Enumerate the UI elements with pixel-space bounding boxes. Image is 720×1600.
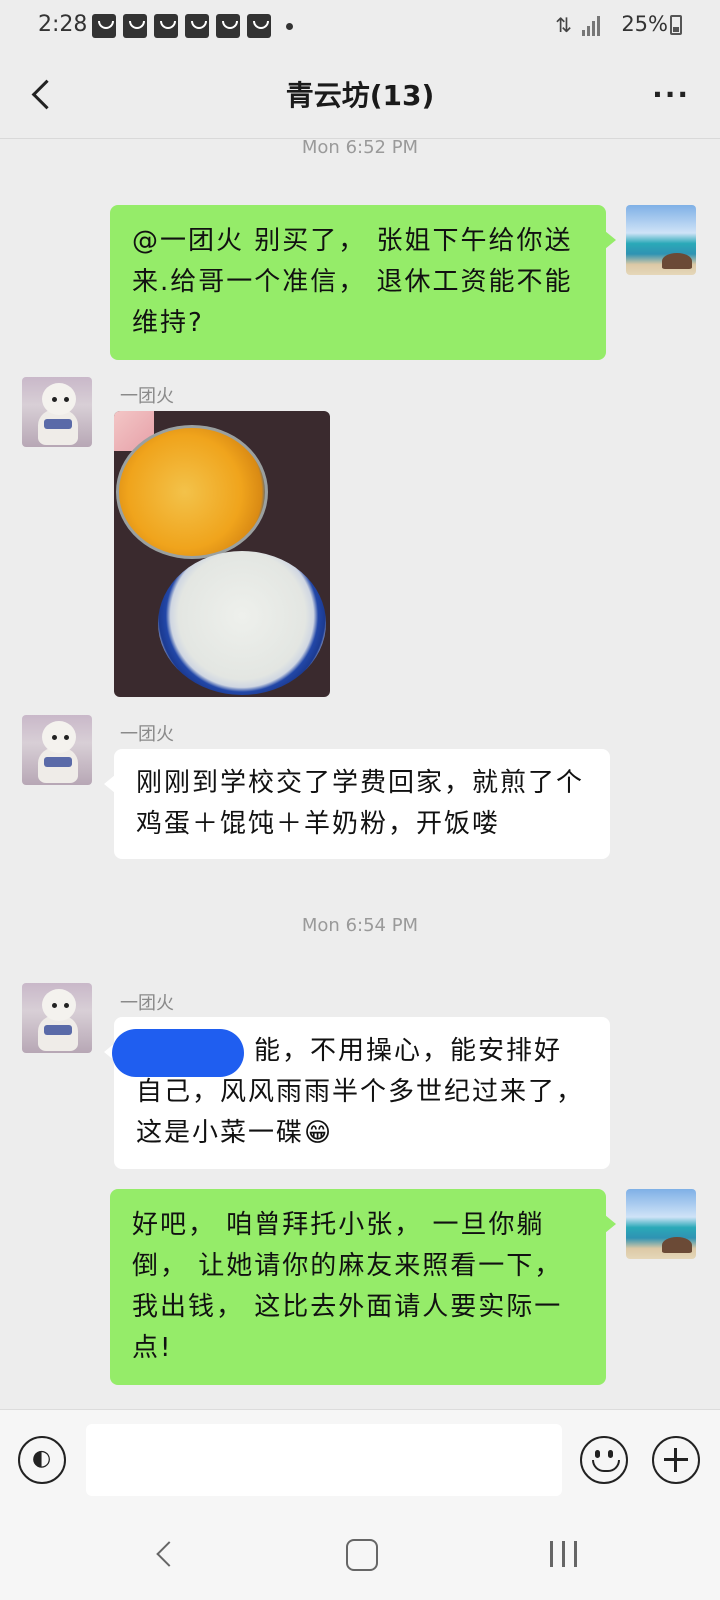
app-notification-icon (247, 14, 271, 38)
more-options-icon[interactable]: ··· (652, 78, 690, 111)
nav-back-icon[interactable] (150, 1539, 180, 1569)
battery-percent: 25% (621, 12, 668, 36)
my-avatar[interactable] (626, 1189, 696, 1259)
chat-message-list[interactable]: Mon 6:52 PM @一团火 别买了， 张姐下午给你送来.给哥一个准信， 退… (0, 139, 720, 1409)
sender-avatar[interactable] (22, 377, 92, 447)
status-bar: 2:28 ⇅ 25% (0, 0, 720, 52)
message-timestamp: Mon 6:52 PM (301, 139, 419, 158)
food-photo-message[interactable] (114, 411, 330, 697)
my-avatar[interactable] (626, 205, 696, 275)
message-timestamp: Mon 6:54 PM (301, 915, 419, 936)
voice-input-icon[interactable]: ◐ (18, 1436, 66, 1484)
app-notification-icon (216, 14, 240, 38)
received-message-bubble[interactable]: 刚刚到学校交了学费回家，就煎了个鸡蛋＋馄饨＋羊奶粉，开饭喽 (104, 749, 610, 859)
app-notification-icon (123, 14, 147, 38)
emoji-icon[interactable] (580, 1436, 628, 1484)
app-notification-icon (154, 14, 178, 38)
sender-name: 一团火 (120, 724, 174, 745)
status-time: 2:28 (38, 12, 88, 37)
sender-avatar[interactable] (22, 715, 92, 785)
sender-name: 一团火 (120, 386, 174, 407)
nav-home-icon[interactable] (346, 1539, 378, 1571)
add-attachment-icon[interactable] (652, 1436, 700, 1484)
message-input[interactable] (86, 1424, 562, 1496)
sender-avatar[interactable] (22, 983, 92, 1053)
app-notification-icon (92, 14, 116, 38)
app-notification-icon (185, 14, 209, 38)
battery-icon (670, 15, 682, 35)
nav-recent-apps-icon[interactable] (550, 1541, 578, 1567)
sent-message-bubble[interactable]: @一团火 别买了， 张姐下午给你送来.给哥一个准信， 退休工资能不能维持? (110, 205, 616, 360)
more-notifications-dot-icon (286, 23, 293, 30)
sent-message-bubble[interactable]: 好吧， 咱曾拜托小张， 一旦你躺倒， 让她请你的麻友来照看一下， 我出钱， 这比… (110, 1189, 616, 1385)
data-sync-icon: ⇅ (555, 13, 572, 37)
signal-icon (580, 14, 602, 36)
redaction-mark (112, 1029, 244, 1077)
system-navigation-bar (0, 1511, 720, 1600)
message-input-bar: ◐ (0, 1409, 720, 1512)
sender-name: 一团火 (120, 993, 174, 1014)
chat-header: 青云坊(13) ··· (0, 52, 720, 139)
chat-title: 青云坊(13) (285, 79, 435, 112)
